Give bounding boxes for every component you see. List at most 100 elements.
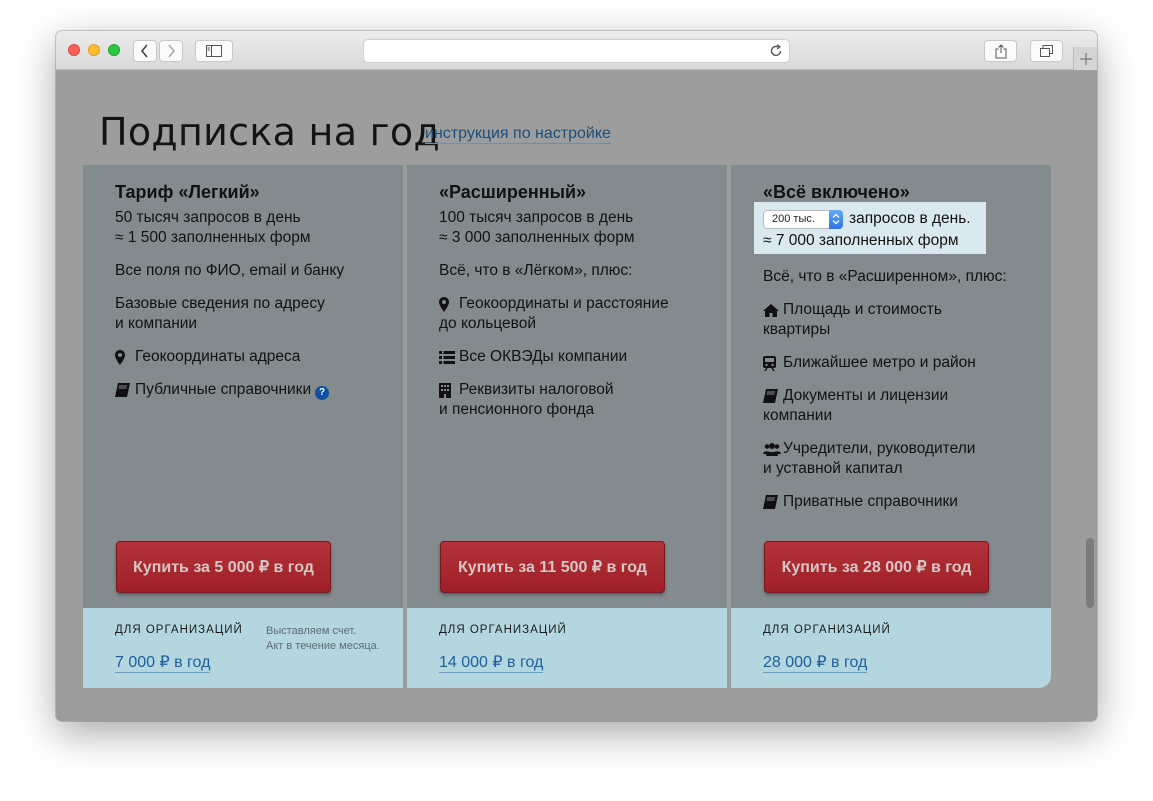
org-note-line: Выставляем счет. (266, 625, 357, 637)
plan-card-light: Тариф «Легкий» 50 тысяч запросов в день … (83, 165, 403, 688)
book-icon (763, 386, 783, 406)
home-icon (763, 300, 783, 320)
chevron-left-icon (140, 44, 148, 58)
feature-label: Геокоординаты и расстояние (459, 294, 719, 314)
minimize-window-button[interactable] (88, 44, 100, 56)
share-button[interactable] (984, 40, 1017, 62)
plan-card-all-inclusive: «Всё включено» 200 тыс. запросов в день.… (731, 165, 1051, 688)
feature-item: Геокоординаты и расстояние (439, 294, 719, 314)
feature-label-wrap: Публичные справочники? (135, 380, 395, 400)
book-icon (763, 492, 783, 512)
feature-label: Публичные справочники (135, 381, 312, 398)
feature-label: Ближайшее метро и район (783, 354, 976, 371)
map-pin-icon (115, 347, 135, 367)
plan-feature-text: Всё, что в «Лёгком», плюс: (439, 262, 633, 279)
org-label: ДЛЯ ОРГАНИЗАЦИЙ (115, 624, 243, 636)
share-icon (995, 43, 1006, 58)
feature-item: Реквизиты налоговой (439, 380, 719, 400)
plan-forms: ≈ 7 000 заполненных форм (763, 232, 959, 249)
quota-selector-row: 200 тыс. запросов в день. (763, 208, 1043, 230)
plan-feature-text: Все поля по ФИО, email и банку (115, 262, 345, 279)
feature-label: Геокоординаты адреса (135, 348, 301, 365)
tabs-overview-button[interactable] (1030, 40, 1063, 62)
sidebar-toggle-button[interactable] (195, 40, 233, 62)
feature-line: и уставной капитал (763, 460, 903, 477)
browser-toolbar (56, 31, 1097, 70)
buy-all-inclusive-button[interactable]: Купить за 28 000 ₽ в год (764, 541, 989, 593)
users-icon (763, 439, 783, 459)
tabs-icon (1040, 45, 1053, 57)
plan-title: «Всё включено» (763, 182, 910, 202)
feature-item: Публичные справочники? (115, 380, 395, 400)
new-tab-button[interactable] (1073, 47, 1097, 70)
plus-icon (1079, 52, 1092, 65)
feature-item: Все ОКВЭДы компании (439, 347, 719, 367)
plan-forms: ≈ 1 500 заполненных форм (115, 229, 311, 246)
plan-requests: 50 тысяч запросов в день (115, 209, 301, 226)
plan-card-extended: «Расширенный» 100 тысяч запросов в день … (407, 165, 727, 688)
feature-item: Документы и лицензии (763, 386, 1043, 406)
org-price-link[interactable]: 28 000 ₽ в год (763, 654, 868, 673)
select-arrows-icon (829, 209, 843, 229)
org-price-link[interactable]: 7 000 ₽ в год (115, 654, 211, 673)
setup-instructions-link[interactable]: инструкция по настройке (425, 125, 611, 144)
train-icon (763, 353, 783, 373)
buy-extended-button[interactable]: Купить за 11 500 ₽ в год (440, 541, 665, 593)
plan-feature-text: Всё, что в «Расширенном», плюс: (763, 268, 1007, 285)
feature-line: до кольцевой (439, 315, 536, 332)
building-icon (439, 380, 459, 400)
feature-item: Площадь и стоимость (763, 300, 1043, 320)
page-title: Подписка на год (99, 110, 441, 154)
browser-window: Подписка на год инструкция по настройке … (56, 31, 1097, 721)
plan-title: Тариф «Легкий» (115, 182, 260, 202)
list-icon (439, 347, 459, 367)
feature-line: Реквизиты налоговой (459, 381, 614, 398)
feature-line: Учредители, руководители (783, 440, 976, 457)
feature-line: и пенсионного фонда (439, 401, 595, 418)
feature-item: Ближайшее метро и район (763, 353, 1043, 373)
feature-line: и компании (115, 315, 198, 332)
question-icon[interactable]: ? (315, 386, 330, 400)
quota-select-value: 200 тыс. (772, 213, 815, 225)
org-label: ДЛЯ ОРГАНИЗАЦИЙ (439, 624, 567, 636)
map-pin-icon (439, 294, 459, 314)
address-bar[interactable] (363, 39, 790, 63)
feature-label: Все ОКВЭДы компании (459, 348, 628, 365)
feature-line: Документы и лицензии (783, 387, 949, 404)
plan-quota: 50 тысяч запросов в день ≈ 1 500 заполне… (115, 208, 395, 248)
reload-icon[interactable] (769, 44, 783, 63)
feature-line: Геокоординаты и расстояние (459, 295, 669, 312)
back-button[interactable] (133, 40, 157, 62)
sidebar-icon (206, 45, 222, 57)
feature-item: Приватные справочники (763, 492, 1043, 512)
buy-light-button[interactable]: Купить за 5 000 ₽ в год (116, 541, 331, 593)
org-note-line: Акт в течение месяца. (266, 640, 380, 652)
feature-item: Геокоординаты адреса (115, 347, 395, 367)
feature-line: квартиры (763, 321, 831, 338)
close-window-button[interactable] (68, 44, 80, 56)
zoom-window-button[interactable] (108, 44, 120, 56)
feature-line: компании (763, 407, 833, 424)
page-content: Подписка на год инструкция по настройке … (56, 70, 1097, 721)
plan-requests: запросов в день. (849, 210, 971, 227)
plan-feature-text: Базовые сведения по адресу и компании (115, 294, 395, 334)
org-price-link[interactable]: 14 000 ₽ в год (439, 654, 544, 673)
book-icon (115, 380, 135, 400)
plan-title: «Расширенный» (439, 182, 587, 202)
quota-select[interactable]: 200 тыс. (763, 209, 843, 229)
plan-quota: 100 тысяч запросов в день ≈ 3 000 заполн… (439, 208, 719, 248)
org-label: ДЛЯ ОРГАНИЗАЦИЙ (763, 624, 891, 636)
plan-requests: 100 тысяч запросов в день (439, 209, 634, 226)
forward-button[interactable] (159, 40, 183, 62)
org-footer: ДЛЯ ОРГАНИЗАЦИЙ 7 000 ₽ в год Выставляем… (83, 608, 403, 688)
vertical-scrollbar[interactable] (1086, 538, 1094, 608)
feature-line: Базовые сведения по адресу (115, 295, 325, 312)
feature-item: Учредители, руководители (763, 439, 1043, 459)
org-footer: ДЛЯ ОРГАНИЗАЦИЙ 28 000 ₽ в год (731, 608, 1051, 688)
feature-label: Реквизиты налоговой (459, 380, 719, 400)
plan-forms: ≈ 3 000 заполненных форм (439, 229, 635, 246)
chevron-right-icon (168, 44, 176, 58)
org-footer: ДЛЯ ОРГАНИЗАЦИЙ 14 000 ₽ в год (407, 608, 727, 688)
feature-label: Приватные справочники (783, 493, 958, 510)
org-note: Выставляем счет. Акт в течение месяца. (266, 624, 380, 654)
